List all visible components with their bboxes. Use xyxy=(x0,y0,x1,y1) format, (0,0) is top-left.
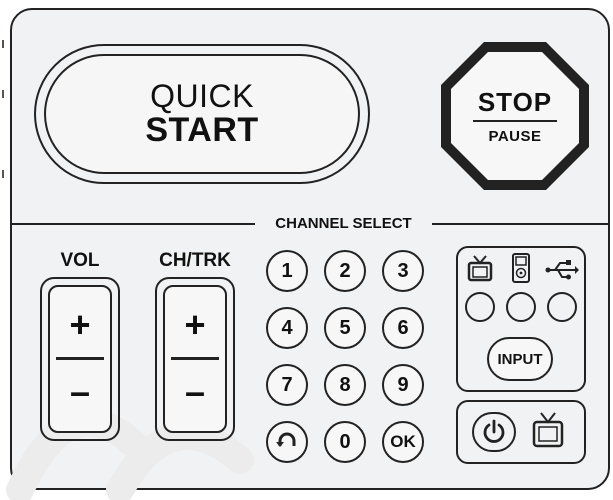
key-6[interactable]: 6 xyxy=(382,307,424,349)
quick-start-line1: QUICK xyxy=(150,78,254,114)
key-0[interactable]: 0 xyxy=(324,421,366,463)
ipod-icon xyxy=(512,253,530,283)
volume-label: VOL xyxy=(60,250,100,271)
channel-rocker: + – xyxy=(163,285,227,433)
ipod-source-button[interactable] xyxy=(506,292,536,322)
tv-icon xyxy=(467,255,493,282)
pause-label: PAUSE xyxy=(488,127,542,145)
usb-icon xyxy=(545,260,579,280)
power-button[interactable] xyxy=(472,412,516,452)
key-8[interactable]: 8 xyxy=(324,364,366,406)
margin-marks xyxy=(2,40,4,178)
volume-down-button[interactable]: – xyxy=(50,372,110,412)
input-button[interactable]: INPUT xyxy=(487,337,553,381)
key-1[interactable]: 1 xyxy=(266,250,308,292)
usb-source-button[interactable] xyxy=(547,292,577,322)
channel-select-label: CHANNEL SELECT xyxy=(255,214,432,234)
channel-rocker-divider xyxy=(171,357,219,360)
stop-pause-label: STOP PAUSE xyxy=(439,40,591,192)
ok-button[interactable]: OK xyxy=(382,421,424,463)
key-3[interactable]: 3 xyxy=(382,250,424,292)
volume-rocker: + – xyxy=(48,285,112,433)
return-icon xyxy=(276,432,296,447)
volume-up-button[interactable]: + xyxy=(50,305,110,345)
channel-track-label: CH/TRK xyxy=(159,250,231,271)
tv-icon xyxy=(532,412,564,448)
channel-down-button[interactable]: – xyxy=(165,372,225,412)
key-7[interactable]: 7 xyxy=(266,364,308,406)
power-icon xyxy=(483,419,505,443)
stop-label: STOP xyxy=(477,86,553,117)
tv-source-button[interactable] xyxy=(465,292,495,322)
key-9[interactable]: 9 xyxy=(382,364,424,406)
last-channel-button[interactable] xyxy=(266,421,308,463)
channel-up-button[interactable]: + xyxy=(165,305,225,345)
quick-start-line2: START xyxy=(145,111,259,149)
key-4[interactable]: 4 xyxy=(266,307,308,349)
volume-rocker-divider xyxy=(56,357,104,360)
key-2[interactable]: 2 xyxy=(324,250,366,292)
quick-start-button[interactable]: QUICK START xyxy=(44,54,360,174)
stop-divider xyxy=(473,119,557,122)
key-5[interactable]: 5 xyxy=(324,307,366,349)
